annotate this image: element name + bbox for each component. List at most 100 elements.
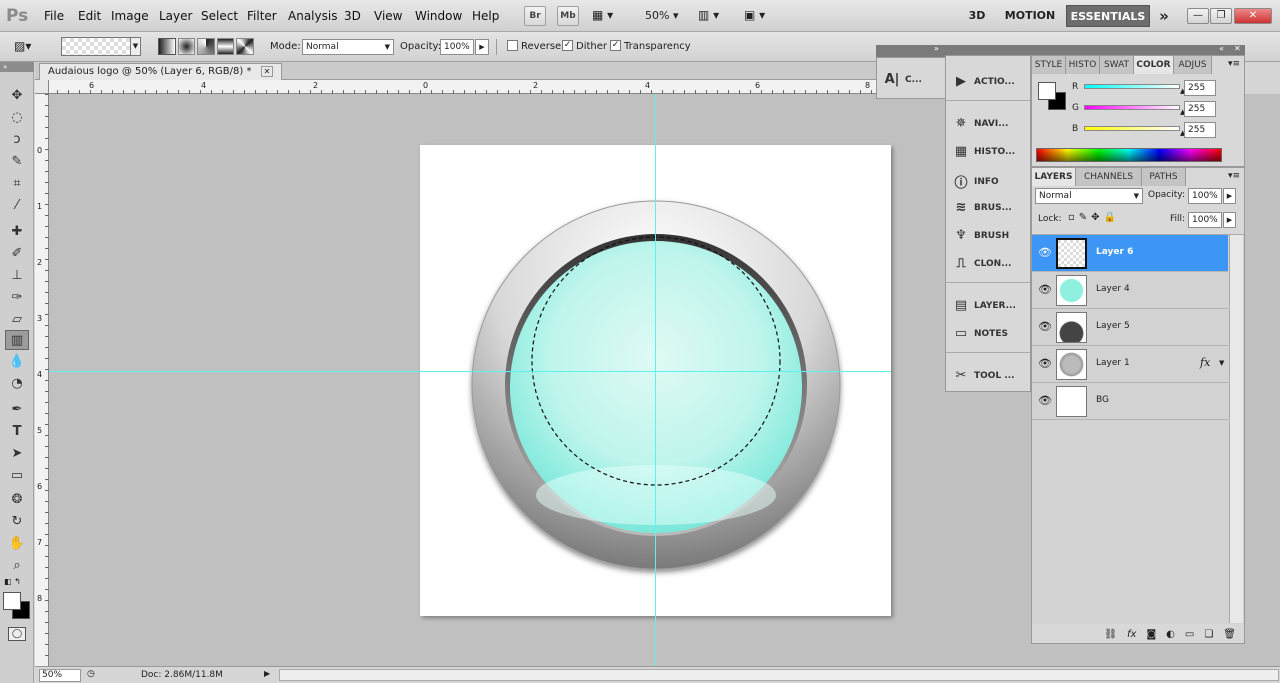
blue-slider[interactable] <box>1084 126 1180 131</box>
layer-row-layer-6[interactable]: 👁 Layer 6 <box>1032 235 1228 272</box>
layer-row-layer-1[interactable]: 👁 Layer 1 fx ▼ <box>1032 346 1228 383</box>
gradient-picker-dropdown-icon[interactable]: ▼ <box>130 37 141 56</box>
reflected-gradient-icon[interactable] <box>216 38 235 55</box>
hand-tool-icon[interactable]: ✋ <box>5 534 29 554</box>
transparency-checkbox[interactable]: ✓ <box>610 40 621 51</box>
vertical-ruler[interactable]: 0 1 2 3 4 5 6 7 8 <box>35 94 49 666</box>
status-info-icon[interactable]: ◷ <box>87 669 95 679</box>
restore-button[interactable]: ❐ <box>1210 8 1232 24</box>
tab-channels[interactable]: CHANNELS <box>1076 168 1142 186</box>
expand-icon[interactable]: « <box>1219 44 1224 53</box>
lock-icons[interactable]: ▫✎✥🔒 <box>1068 212 1120 223</box>
clone-stamp-tool-icon[interactable]: ⊥ <box>5 266 29 286</box>
tab-swatches[interactable]: SWAT <box>1100 56 1134 74</box>
blur-tool-icon[interactable]: 💧 <box>5 352 29 372</box>
close-panel-icon[interactable]: ✕ <box>1234 44 1241 53</box>
gradient-picker[interactable] <box>61 37 141 56</box>
dither-checkbox[interactable]: ✓ <box>562 40 573 51</box>
diamond-gradient-icon[interactable] <box>236 38 254 55</box>
menu-analysis[interactable]: Analysis <box>288 9 337 23</box>
gradient-tool-icon[interactable]: ▥ <box>5 330 29 350</box>
workspace-more-chevron-icon[interactable]: » <box>1154 5 1174 27</box>
menu-window[interactable]: Window <box>415 9 462 23</box>
dock-item-layer-comps[interactable]: ▤ LAYER... <box>952 298 1016 313</box>
zoom-tool-icon[interactable]: ⌕ <box>5 556 29 576</box>
marquee-tool-icon[interactable]: ◌ <box>5 108 29 128</box>
layer-blend-mode-dropdown[interactable]: Normal ▼ <box>1035 188 1143 204</box>
move-tool-icon[interactable]: ✥ <box>5 86 29 106</box>
visibility-eye-icon[interactable]: 👁 <box>1038 394 1052 407</box>
red-slider[interactable] <box>1084 84 1180 89</box>
angle-gradient-icon[interactable] <box>197 38 215 55</box>
expand-effects-icon[interactable]: ▼ <box>1219 359 1224 367</box>
close-window-button[interactable]: ✕ <box>1234 8 1272 24</box>
tool-preset-gradient-icon[interactable]: ▨▾ <box>14 39 40 55</box>
opacity-input[interactable]: 100% <box>440 39 474 55</box>
document-tab[interactable]: Audaious logo @ 50% (Layer 6, RGB/8) * ✕ <box>39 63 283 80</box>
new-adjustment-layer-icon[interactable]: ◐ <box>1166 629 1175 640</box>
lasso-tool-icon[interactable]: ↄ <box>5 130 29 150</box>
zoom-level-dropdown[interactable]: 50% ▾ <box>645 9 678 22</box>
history-brush-tool-icon[interactable]: ✑ <box>5 288 29 308</box>
horizontal-ruler[interactable]: 6 4 2 0 2 4 6 8 <box>35 80 877 94</box>
panel-menu-icon[interactable]: ▾≡ <box>1228 59 1240 69</box>
dock-item-brush[interactable]: ♆ BRUSH <box>952 228 1009 243</box>
mode-dropdown[interactable]: Normal ▼ <box>302 39 394 55</box>
3d-rotate-tool-icon[interactable]: ❂ <box>5 490 29 510</box>
layer-opacity-arrow-icon[interactable]: ▶ <box>1223 188 1236 204</box>
dock-item-actions[interactable]: ▶ ACTIO... <box>952 74 1015 89</box>
tab-history[interactable]: HISTO <box>1066 56 1100 74</box>
new-layer-icon[interactable]: ❏ <box>1204 629 1213 640</box>
tab-color[interactable]: COLOR <box>1134 56 1174 74</box>
layer-row-bg[interactable]: 👁 BG <box>1032 383 1228 420</box>
quick-selection-tool-icon[interactable]: ✎ <box>5 152 29 172</box>
path-selection-tool-icon[interactable]: ➤ <box>5 444 29 464</box>
fill-input[interactable]: 100% <box>1188 212 1222 228</box>
workspace-3d[interactable]: 3D <box>962 5 992 27</box>
vertical-guide[interactable] <box>655 94 656 666</box>
add-layer-style-icon[interactable]: fx <box>1127 629 1136 640</box>
dock-item-info[interactable]: ⓘ INFO <box>952 172 998 191</box>
3d-orbit-tool-icon[interactable]: ↻ <box>5 512 29 532</box>
healing-brush-tool-icon[interactable]: ✚ <box>5 222 29 242</box>
dock-item-notes[interactable]: ▭ NOTES <box>952 326 1008 341</box>
screen-mode-icon[interactable]: ▣ ▾ <box>744 8 765 22</box>
type-tool-icon[interactable]: T <box>5 422 29 442</box>
default-colors-icon[interactable]: ◧ ↰ <box>4 577 21 586</box>
link-layers-icon[interactable]: ⛓ <box>1104 629 1117 640</box>
dodge-tool-icon[interactable]: ◔ <box>5 374 29 394</box>
status-zoom-input[interactable]: 50% <box>39 669 81 682</box>
red-input[interactable]: 255 <box>1184 80 1216 96</box>
fill-arrow-icon[interactable]: ▶ <box>1223 212 1236 228</box>
new-group-icon[interactable]: ▭ <box>1185 629 1194 640</box>
panel-menu-icon[interactable]: ▾≡ <box>1228 171 1240 181</box>
menu-help[interactable]: Help <box>472 9 499 23</box>
pen-tool-icon[interactable]: ✒ <box>5 400 29 420</box>
dock-item-tool-presets[interactable]: ✂ TOOL ... <box>952 368 1015 383</box>
menu-filter[interactable]: Filter <box>247 9 277 23</box>
tab-layers[interactable]: LAYERS <box>1032 168 1076 186</box>
layer-opacity-input[interactable]: 100% <box>1188 188 1222 204</box>
tab-adjustments[interactable]: ADJUS <box>1174 56 1212 74</box>
dock-item-character[interactable]: A| C... <box>883 72 922 87</box>
ruler-origin[interactable] <box>35 80 49 94</box>
menu-file[interactable]: File <box>44 9 64 23</box>
collapse-icon[interactable]: » <box>934 44 939 53</box>
linear-gradient-icon[interactable] <box>158 38 176 55</box>
layer-effects-fx-icon[interactable]: fx <box>1200 356 1210 369</box>
brush-tool-icon[interactable]: ✐ <box>5 244 29 264</box>
dock-item-clone-source[interactable]: ⎍ CLON... <box>952 256 1011 271</box>
horizontal-guide[interactable] <box>49 371 891 372</box>
minimize-button[interactable]: — <box>1187 8 1209 24</box>
delete-layer-icon[interactable]: 🗑 <box>1223 629 1236 640</box>
tab-styles[interactable]: STYLE <box>1032 56 1066 74</box>
toolbox-collapse-icon[interactable]: » <box>0 62 34 72</box>
menu-3d[interactable]: 3D <box>344 9 361 23</box>
menu-select[interactable]: Select <box>201 9 238 23</box>
dock-item-brush-presets[interactable]: ≋ BRUS... <box>952 200 1012 215</box>
minibridge-button[interactable]: Mb <box>557 6 579 26</box>
green-input[interactable]: 255 <box>1184 101 1216 117</box>
dock-item-navigator[interactable]: ✵ NAVI... <box>952 116 1009 131</box>
menu-layer[interactable]: Layer <box>159 9 192 23</box>
workspace-essentials[interactable]: ESSENTIALS <box>1066 5 1150 27</box>
